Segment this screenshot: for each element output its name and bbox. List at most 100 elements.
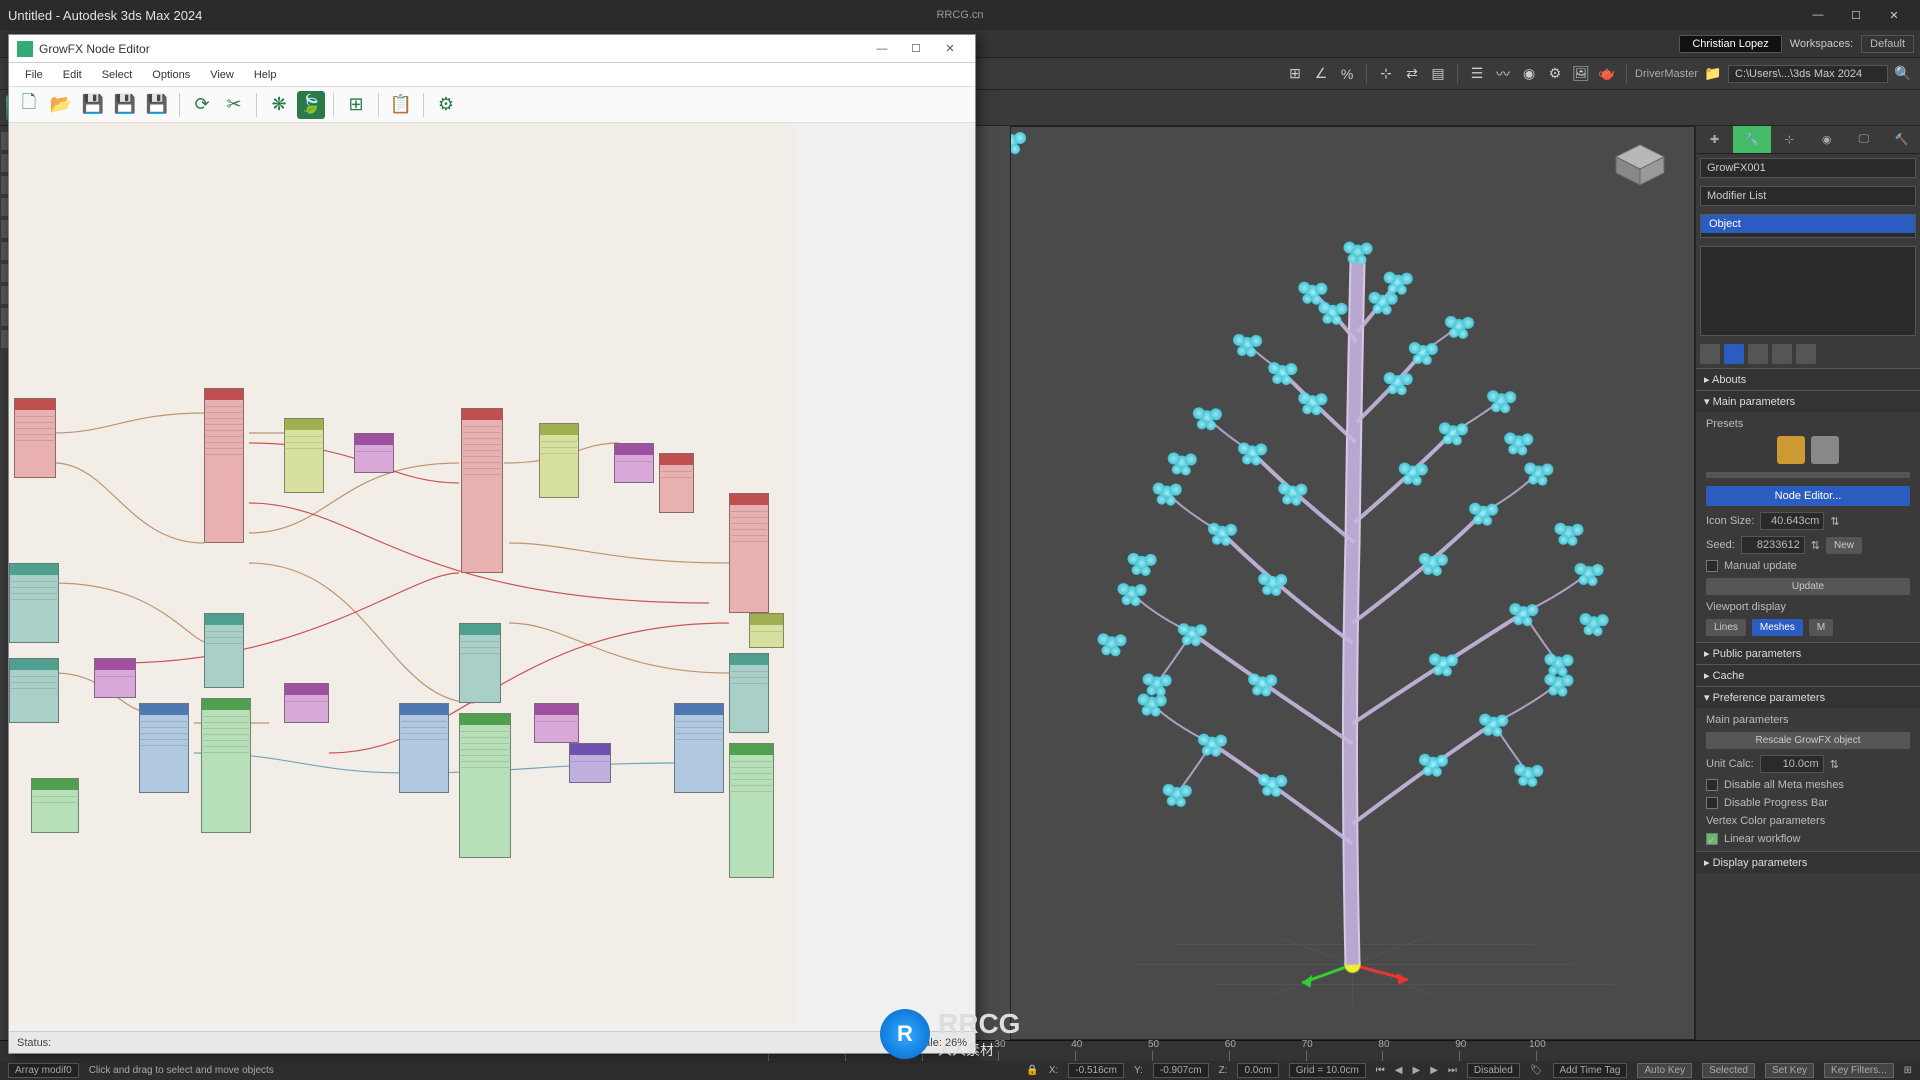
x-coord-field[interactable]: -0.516cm	[1068, 1063, 1124, 1078]
seed-new-button[interactable]: New	[1826, 537, 1862, 554]
hierarchy-tab[interactable]: ⊹	[1771, 126, 1808, 153]
modifier-list[interactable]: Object	[1700, 214, 1916, 238]
node-modifier-2[interactable]	[284, 683, 329, 723]
node-modifier-1[interactable]	[94, 658, 136, 698]
node-mesh-4[interactable]	[729, 743, 774, 878]
icon-size-spinner[interactable]: 40.643cm	[1760, 512, 1824, 530]
node-direction-3[interactable]	[674, 703, 724, 793]
node-affect-1[interactable]	[284, 418, 324, 493]
object-name-field[interactable]	[1700, 158, 1916, 178]
next-frame-icon[interactable]: ▶	[1430, 1065, 1438, 1076]
snap-percent-icon[interactable]: %	[1336, 63, 1358, 85]
node-mesh-2[interactable]	[201, 698, 251, 833]
node-affect-3[interactable]	[749, 613, 784, 648]
node-mesh-3[interactable]	[459, 713, 511, 858]
disable-meta-checkbox[interactable]	[1706, 779, 1718, 791]
dialog-menu-file[interactable]: File	[15, 66, 53, 84]
node-distributor-4[interactable]	[659, 453, 694, 513]
time-tag-icon[interactable]: 🏷	[1530, 1065, 1543, 1076]
leaf-mode-icon[interactable]: 🍃	[297, 91, 325, 119]
lock-icon[interactable]: 🔒	[1026, 1065, 1038, 1076]
keyfilters-button[interactable]: Key Filters...	[1824, 1063, 1894, 1078]
minimize-button[interactable]: —	[1800, 3, 1836, 27]
node-path-3[interactable]	[204, 613, 244, 688]
meshes-button[interactable]: Meshes	[1752, 619, 1803, 636]
curve-icon[interactable]: 〰	[1492, 63, 1514, 85]
node-affect-2[interactable]	[539, 423, 579, 498]
node-path-5[interactable]	[729, 653, 769, 733]
linear-workflow-checkbox[interactable]: ✓	[1706, 833, 1718, 845]
lines-button[interactable]: Lines	[1706, 619, 1746, 636]
node-modifier-4[interactable]	[534, 703, 579, 743]
dialog-menu-options[interactable]: Options	[142, 66, 200, 84]
prev-frame-icon[interactable]: ◀	[1395, 1065, 1403, 1076]
z-coord-field[interactable]: 0.0cm	[1237, 1063, 1278, 1078]
axis-icon[interactable]: ⊹	[1375, 63, 1397, 85]
growfx-node-editor-dialog[interactable]: GrowFX Node Editor — ☐ ✕ File Edit Selec…	[8, 34, 976, 1054]
make-unique-icon[interactable]	[1748, 344, 1768, 364]
folder-icon[interactable]: 📁	[1702, 63, 1724, 85]
material-icon[interactable]: ◉	[1518, 63, 1540, 85]
update-button[interactable]: Update	[1706, 578, 1910, 595]
open-preset-icon[interactable]	[1777, 436, 1805, 464]
dialog-menu-help[interactable]: Help	[244, 66, 287, 84]
unit-calc-spinner[interactable]: 10.0cm	[1760, 755, 1824, 773]
spinner-arrows-icon[interactable]: ⇅	[1830, 758, 1839, 771]
display-tab[interactable]: 🖵	[1845, 126, 1882, 153]
align-icon[interactable]: ▤	[1427, 63, 1449, 85]
viewcube[interactable]	[1610, 141, 1670, 189]
layerexplorer-icon[interactable]: ☰	[1466, 63, 1488, 85]
node-canvas[interactable]	[9, 123, 795, 1023]
save-as-icon[interactable]: 💾	[111, 91, 139, 119]
mirror-icon[interactable]: ⇄	[1401, 63, 1423, 85]
node-mesh-1[interactable]	[31, 778, 79, 833]
user-login[interactable]: Christian Lopez	[1679, 35, 1781, 53]
node-modifier-5[interactable]	[614, 443, 654, 483]
snap-angle-icon[interactable]: ∠	[1310, 63, 1332, 85]
node-distributor-3[interactable]	[461, 408, 503, 573]
goto-start-icon[interactable]: ⏮	[1376, 1065, 1385, 1076]
disable-progress-checkbox[interactable]	[1706, 797, 1718, 809]
dialog-close-button[interactable]: ✕	[933, 38, 967, 60]
pin-stack-icon[interactable]	[1700, 344, 1720, 364]
node-distributor-2[interactable]	[204, 388, 244, 543]
goto-end-icon[interactable]: ⏭	[1448, 1065, 1457, 1076]
rescale-button[interactable]: Rescale GrowFX object	[1706, 732, 1910, 749]
snap-icon[interactable]: ⊞	[1284, 63, 1306, 85]
perspective-viewport[interactable]	[1010, 126, 1695, 1040]
modifier-list-dropdown[interactable]: Modifier List	[1700, 186, 1916, 206]
search-icon[interactable]: 🔍	[1892, 63, 1914, 85]
save-preset-icon[interactable]	[1811, 436, 1839, 464]
section-public-parameters[interactable]: ▸ Public parameters	[1696, 643, 1920, 664]
workspace-selector[interactable]: Default	[1861, 35, 1914, 53]
add-time-tag-field[interactable]: Add Time Tag	[1553, 1063, 1628, 1078]
modify-tab[interactable]: 🔧	[1733, 126, 1770, 153]
close-button[interactable]: ✕	[1876, 3, 1912, 27]
dialog-menu-edit[interactable]: Edit	[53, 66, 92, 84]
viewport-nav-icon[interactable]: ⊞	[1904, 1065, 1912, 1076]
tree-icon[interactable]: ❋	[265, 91, 293, 119]
spinner-arrows-icon[interactable]: ⇅	[1830, 515, 1839, 528]
node-modifier-3[interactable]	[354, 433, 394, 473]
render-frame-icon[interactable]: 🖼	[1570, 63, 1592, 85]
dialog-maximize-button[interactable]: ☐	[899, 38, 933, 60]
node-distributor-5[interactable]	[729, 493, 769, 613]
configure-sets-icon[interactable]	[1796, 344, 1816, 364]
params-icon[interactable]: 📋	[387, 91, 415, 119]
section-abouts[interactable]: ▸ Abouts	[1696, 369, 1920, 390]
setkey-button[interactable]: Set Key	[1765, 1063, 1814, 1078]
autokey-button[interactable]: Auto Key	[1637, 1063, 1692, 1078]
manual-update-checkbox[interactable]	[1706, 560, 1718, 572]
dialog-minimize-button[interactable]: —	[865, 38, 899, 60]
seed-spinner[interactable]: 8233612	[1741, 536, 1805, 554]
modifier-stack[interactable]	[1700, 246, 1916, 336]
spinner-arrows-icon[interactable]: ⇅	[1811, 539, 1820, 552]
node-path-2[interactable]	[9, 658, 59, 723]
layout-icon[interactable]: ⊞	[342, 91, 370, 119]
settings-icon[interactable]: ⚙	[432, 91, 460, 119]
create-tab[interactable]: ✚	[1696, 126, 1733, 153]
render-icon[interactable]: 🫖	[1596, 63, 1618, 85]
section-preference-parameters[interactable]: ▾ Preference parameters	[1696, 687, 1920, 708]
dialog-menu-view[interactable]: View	[200, 66, 244, 84]
section-display-parameters[interactable]: ▸ Display parameters	[1696, 852, 1920, 873]
